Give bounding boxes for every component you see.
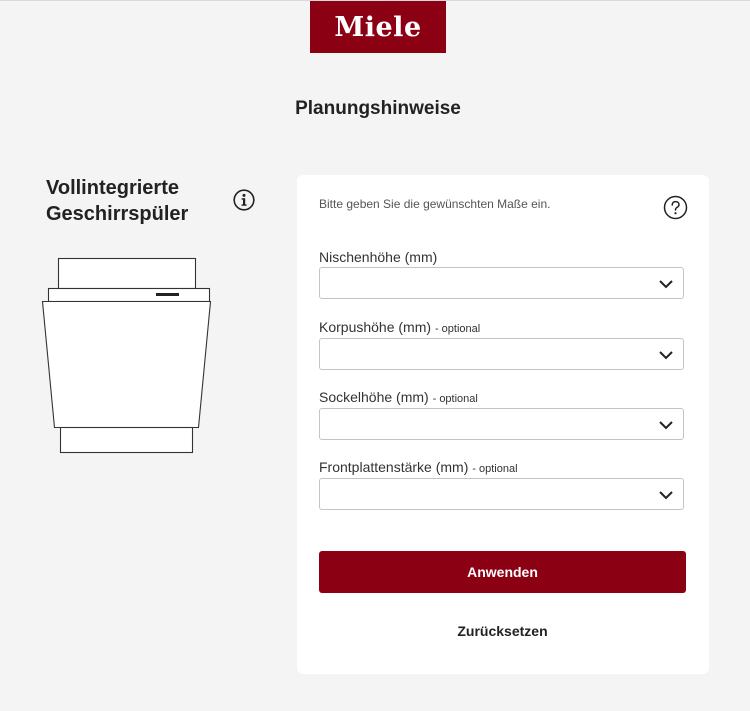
optional-tag: - optional: [432, 393, 478, 405]
reset-button[interactable]: Zurücksetzen: [319, 623, 686, 639]
field-label-text: Frontplattenstärke (mm): [319, 459, 469, 475]
field-label-frontplattenstaerke: Frontplattenstärke (mm) - optional: [319, 459, 518, 475]
chevron-down-icon: [659, 491, 673, 500]
logo-text: Miele: [334, 11, 422, 43]
question-circle-icon[interactable]: [663, 195, 688, 220]
select-frontplattenstaerke[interactable]: [319, 478, 684, 510]
product-title-line1: Vollintegrierte: [46, 177, 179, 199]
miele-logo[interactable]: Miele: [310, 1, 446, 53]
select-sockelhoehe[interactable]: [319, 408, 684, 440]
dishwasher-illustration: [41, 257, 212, 454]
product-title-line2: Geschirrspüler: [46, 203, 189, 225]
chevron-down-icon: [659, 280, 673, 289]
info-circle-icon[interactable]: [233, 189, 255, 211]
field-label-text: Sockelhöhe (mm): [319, 389, 429, 405]
chevron-down-icon: [659, 421, 673, 430]
optional-tag: - optional: [434, 323, 481, 335]
chevron-down-icon: [659, 351, 673, 360]
field-label-sockelhoehe: Sockelhöhe (mm) - optional: [319, 389, 478, 405]
apply-button[interactable]: Anwenden: [319, 551, 686, 593]
select-nischenhoehe[interactable]: [319, 267, 684, 299]
field-label-text: Korpushöhe (mm): [319, 319, 432, 335]
dimensions-form-card: Bitte geben Sie die gewünschten Maße ein…: [297, 175, 709, 674]
page-title: Planungshinweise: [295, 98, 461, 119]
field-label-korpushoehe: Korpushöhe (mm) - optional: [319, 319, 480, 335]
form-hint: Bitte geben Sie die gewünschten Maße ein…: [319, 197, 551, 211]
optional-tag: - optional: [472, 463, 518, 475]
field-label-nischenhoehe: Nischenhöhe (mm): [319, 249, 437, 265]
select-korpushoehe[interactable]: [319, 338, 684, 370]
field-label-text: Nischenhöhe (mm): [319, 249, 438, 265]
product-title: Vollintegrierte Geschirrspüler: [46, 175, 226, 227]
